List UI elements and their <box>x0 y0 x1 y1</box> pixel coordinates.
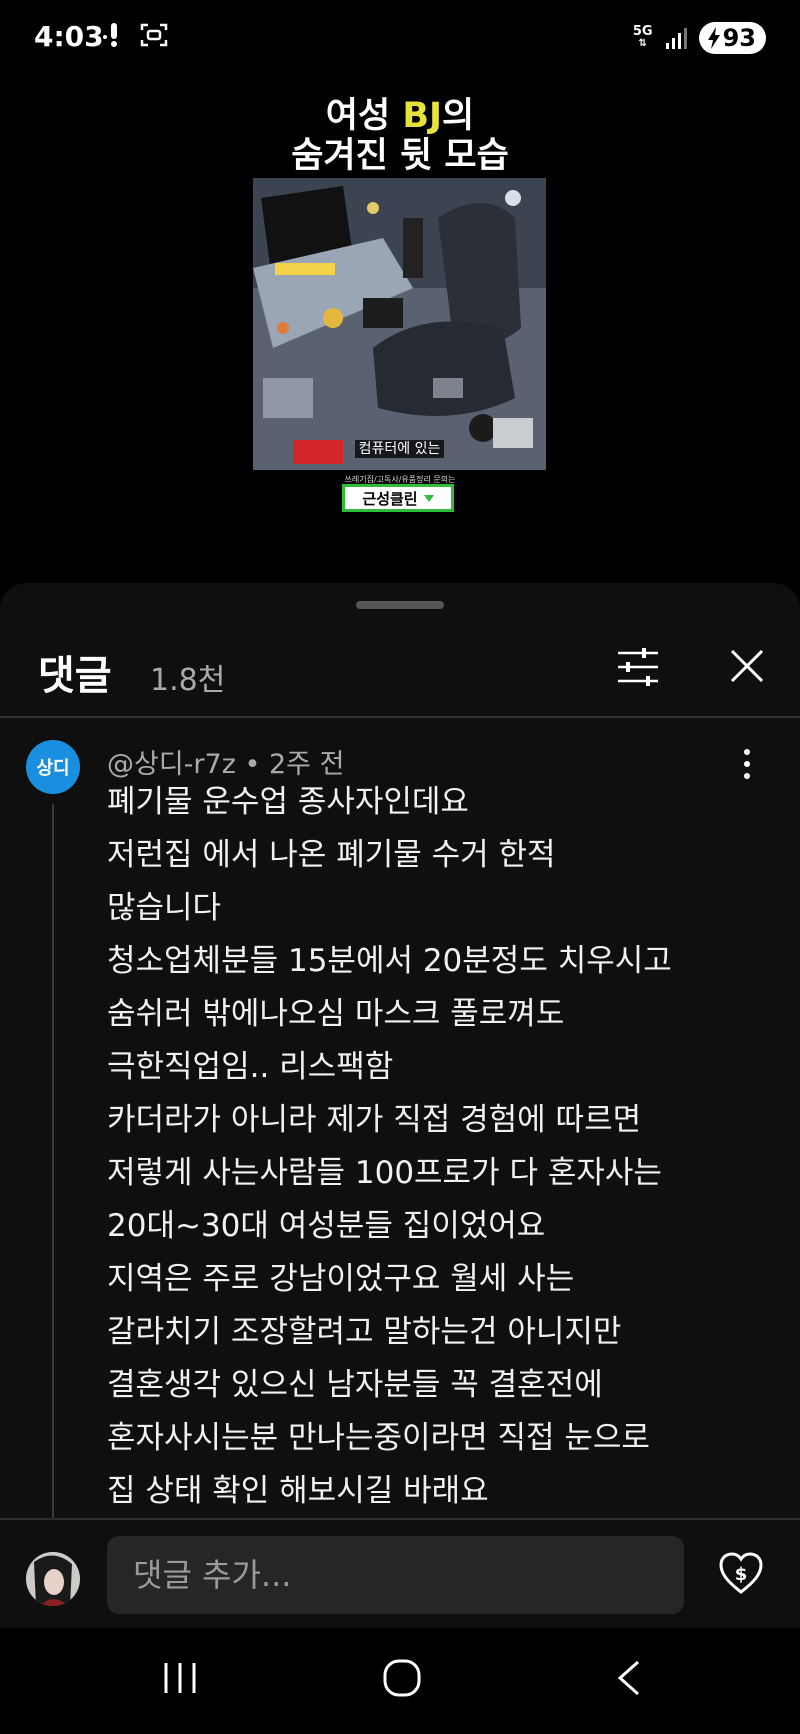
close-icon[interactable] <box>728 647 766 685</box>
system-nav-bar <box>0 1628 800 1734</box>
back-icon[interactable] <box>614 1658 644 1698</box>
svg-text:$: $ <box>735 1564 748 1585</box>
chevron-down-icon <box>423 494 434 502</box>
comment-line: 20대~30대 여성분들 집이었어요 <box>107 1208 546 1244</box>
super-thanks-icon[interactable]: $ <box>718 1552 764 1596</box>
thread-line <box>52 804 54 1564</box>
comment-line: 폐기물 운수업 종사자인데요 <box>107 784 469 820</box>
comment-line: 극한직업임.. 리스팩함 <box>107 1049 394 1085</box>
home-icon[interactable] <box>382 1658 422 1698</box>
comment-text: 폐기물 운수업 종사자인데요 저런집 에서 나온 폐기물 수거 한적 많습니다 … <box>107 776 767 1518</box>
brand-label: 근성클린 <box>342 484 454 512</box>
video-caption: 컴퓨터에 있는 <box>354 440 445 458</box>
comment-line: 집 상태 확인 해보시길 바래요 <box>107 1473 489 1509</box>
comment-line: 결혼생각 있으신 남자분들 꼭 결혼전에 <box>107 1367 603 1403</box>
comments-title: 댓글 <box>38 653 112 699</box>
add-comment-input[interactable] <box>107 1536 684 1614</box>
cluttered-room-image <box>253 178 546 470</box>
user-avatar[interactable] <box>26 1552 80 1606</box>
video-title-line2: 숨겨진 뒷 모습 <box>291 136 509 176</box>
signal-icon <box>665 28 687 49</box>
user-avatar-image <box>26 1552 80 1606</box>
video-title-line1: 여성 BJ의 <box>325 96 475 136</box>
battery-charging-icon <box>707 27 720 49</box>
add-comment-bar: $ <box>0 1518 800 1630</box>
comment-line: 지역은 주로 강남이었구요 월세 사는 <box>107 1261 575 1297</box>
comment-item: 상디 @상디-r7z • 2주 전 폐기물 운수업 종사자인데요 저런집 에서 … <box>0 718 800 1564</box>
comment-line: 청소업체분들 15분에서 20분정도 치우시고 <box>107 943 672 979</box>
comments-header: 댓글 1.8천 <box>0 623 800 717</box>
notification-icon <box>103 23 117 47</box>
comment-avatar[interactable]: 상디 <box>26 740 80 794</box>
video-player[interactable]: 여성 BJ의 숨겨진 뒷 모습 컴퓨터에 있는 쓰레기집/고독사/유품정리 문의… <box>0 80 800 580</box>
status-bar: 4:03 5G ⇅ 93 <box>0 0 800 80</box>
comments-panel: 댓글 1.8천 상디 @상디-r7z • 2주 전 폐기물 운수업 종사자인데요 <box>0 583 800 1628</box>
drag-handle[interactable] <box>356 601 444 609</box>
screen-capture-icon <box>140 23 168 47</box>
video-frame: 컴퓨터에 있는 <box>253 178 546 470</box>
network-indicator: 5G ⇅ <box>632 24 653 49</box>
comment-line: 혼자사시는분 만나는중이라면 직접 눈으로 <box>107 1420 650 1456</box>
comment-line: 숨쉬러 밖에나오심 마스크 풀로껴도 <box>107 996 565 1032</box>
comment-line: 저렇게 사는사람들 100프로가 다 혼자사는 <box>107 1155 662 1191</box>
comment-line: 많습니다 <box>107 890 222 926</box>
battery-level: 93 <box>722 24 756 52</box>
comment-line: 카더라가 아니라 제가 직접 경험에 따르면 <box>107 1102 642 1138</box>
recent-apps-icon[interactable] <box>160 1658 200 1698</box>
comment-line: 갈라치기 조장할려고 말하는건 아니지만 <box>107 1314 622 1350</box>
filter-icon[interactable] <box>616 647 660 687</box>
battery-indicator: 93 <box>698 22 766 54</box>
comment-line: 저런집 에서 나온 폐기물 수거 한적 <box>107 837 556 873</box>
status-time: 4:03 <box>34 20 104 53</box>
comments-count: 1.8천 <box>150 663 226 698</box>
